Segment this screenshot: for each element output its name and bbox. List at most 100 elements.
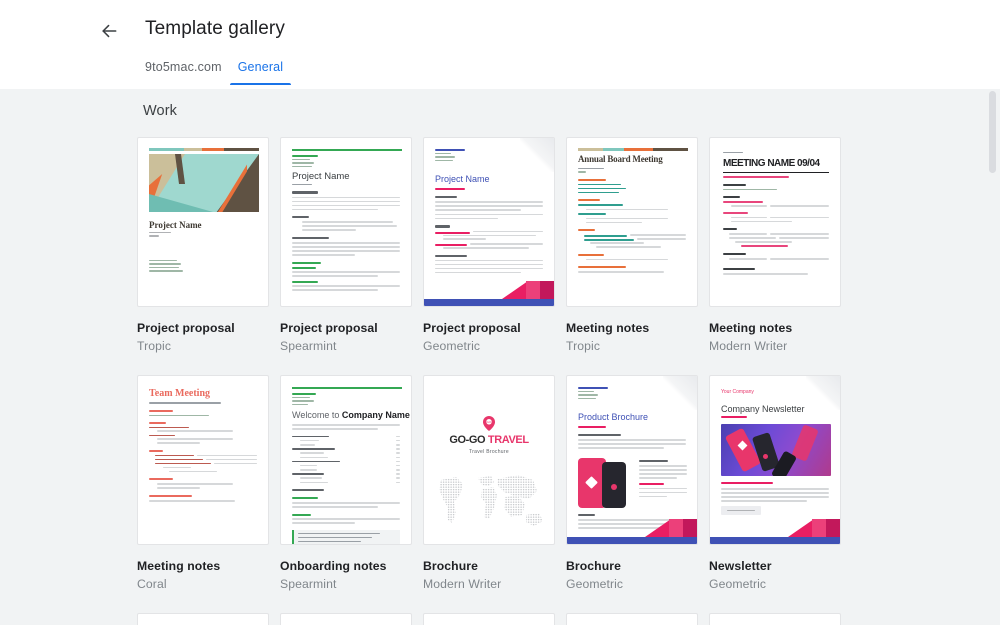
template-subtitle: Modern Writer <box>423 577 502 591</box>
scrollbar-track[interactable] <box>985 89 1000 625</box>
template-thumbnail: GO GO-GO TRAVEL Travel Brochure <box>423 375 555 545</box>
template-thumbnail: Project Name <box>423 137 555 307</box>
thumb-article <box>721 482 829 504</box>
thumb-doc-title: MEETING NAME 09/04 <box>723 158 820 169</box>
gallery-tabs: 9to5mac.com General <box>137 59 291 89</box>
thumb-hero-image <box>721 424 831 476</box>
template-card-onboarding-notes-spearmint[interactable]: Welcome to Company Name Onboarding notes… <box>280 375 412 592</box>
tab-9to5mac[interactable]: 9to5mac.com <box>137 59 230 85</box>
tab-general[interactable]: General <box>229 59 292 85</box>
template-thumbnail: MUTUAL NONDISCLOSURE AGREEMENT INSTRUCTI… <box>423 613 555 625</box>
template-thumbnail: Project Name <box>280 137 412 307</box>
template-thumbnail: Project Name <box>137 137 269 307</box>
thumb-doc-title: Annual Board Meeting <box>578 154 663 164</box>
thumb-doc-title: Product Brochure <box>578 412 649 422</box>
thumb-doc-meta <box>149 232 171 239</box>
thumb-doc-body <box>281 184 411 306</box>
thumb-company-line <box>723 152 743 155</box>
header-top-bar: Template gallery <box>0 0 1000 58</box>
template-card-meeting-notes-tropic[interactable]: Annual Board Meeting Meeting notes Tropi… <box>566 137 698 354</box>
template-title: Meeting notes <box>137 559 221 573</box>
template-title: Project proposal <box>137 321 235 335</box>
template-thumbnail: Product Brochure <box>566 375 698 545</box>
thumb-doc-body <box>710 176 840 306</box>
thumb-doc-title: Project Name <box>149 220 202 230</box>
thumb-title-rule <box>723 172 829 174</box>
template-thumbnail <box>137 613 269 625</box>
template-subtitle: Geometric <box>423 339 481 353</box>
thumb-tagline: Travel Brochure <box>469 449 509 455</box>
thumb-title-plain: Welcome to <box>292 410 342 420</box>
template-subtitle: Tropic <box>137 339 172 353</box>
template-card-brochure-geometric[interactable]: Product Brochure Brochure Geometric <box>566 375 698 592</box>
back-button[interactable] <box>92 14 126 48</box>
section-title-work: Work <box>143 103 177 119</box>
template-card-partial-5[interactable] <box>709 613 841 625</box>
thumb-title-bold: Company Name <box>341 410 410 420</box>
template-title: Meeting notes <box>709 321 793 335</box>
template-subtitle: Geometric <box>709 577 767 591</box>
template-card-brochure-modern-writer[interactable]: GO GO-GO TRAVEL Travel Brochure Brochure… <box>423 375 555 592</box>
thumb-doc-title: Company Newsletter <box>721 404 805 414</box>
template-card-project-proposal-tropic[interactable]: Project Name Project proposal Tropic <box>137 137 269 354</box>
template-thumbnail: Team Meeting <box>137 375 269 545</box>
template-card-meeting-notes-coral[interactable]: Team Meeting Meeting notes Coral <box>137 375 269 592</box>
template-thumbnail: MEETING NAME 09/04 <box>709 137 841 307</box>
template-thumbnail: Your Company Company Newsletter <box>709 375 841 545</box>
thumb-corner-triangles <box>788 519 840 537</box>
template-thumbnail: Your Brand NEWSLETTER <box>280 613 412 625</box>
template-title: Newsletter <box>709 559 772 573</box>
thumb-logo-accent: TRAVEL <box>487 434 529 446</box>
world-map-icon <box>430 471 550 533</box>
thumb-doc-address <box>149 260 183 274</box>
template-row: Project Name Project proposal Tropic Pro… <box>137 137 847 375</box>
thumb-logo: GO-GO TRAVEL <box>424 434 554 446</box>
thumb-corner-triangles <box>502 281 554 299</box>
thumb-company-block <box>567 614 697 625</box>
thumb-hero-image <box>149 154 259 212</box>
gallery-scroll-area[interactable]: Work Project Name Project proposal Tropi… <box>0 89 1000 625</box>
thumb-bottom-bar <box>424 299 554 306</box>
thumb-bottom-bar <box>710 537 840 544</box>
template-card-partial-2[interactable]: Your Brand NEWSLETTER <box>280 613 412 625</box>
template-subtitle: Spearmint <box>280 339 337 353</box>
template-card-meeting-notes-modern-writer[interactable]: MEETING NAME 09/04 Meeting notes Modern … <box>709 137 841 354</box>
template-title: Onboarding notes <box>280 559 387 573</box>
thumb-color-bar <box>149 148 259 151</box>
thumb-folded-corner <box>806 376 840 410</box>
template-title: Brochure <box>566 559 621 573</box>
thumb-color-bar <box>578 148 689 151</box>
thumb-doc-title: Team Meeting <box>149 388 211 399</box>
svg-text:GO: GO <box>487 420 492 424</box>
template-card-project-proposal-spearmint[interactable]: Project Name Project proposal Spearmint <box>280 137 412 354</box>
thumb-logo-dark: GO-GO <box>449 434 488 446</box>
template-subtitle: Modern Writer <box>709 339 788 353</box>
template-subtitle: Spearmint <box>280 577 337 591</box>
template-card-project-proposal-geometric[interactable]: Project Name Project proposal Geometric <box>423 137 555 354</box>
thumb-top-rule <box>292 149 402 151</box>
thumb-doc-body <box>567 168 697 306</box>
thumb-cta-button <box>721 506 761 515</box>
template-row-partial: Your Brand NEWSLETTER MUTUAL NONDISCLOSU… <box>137 613 847 625</box>
thumb-corner-triangles <box>645 519 697 537</box>
thumb-company-block <box>292 393 316 407</box>
thumb-side-text <box>639 460 687 500</box>
thumb-date <box>721 416 747 418</box>
template-card-partial-4[interactable]: Business Process Manual <box>566 613 698 625</box>
location-pin-icon: GO <box>483 416 495 431</box>
thumb-doc-title: Project Name <box>292 171 350 182</box>
template-card-partial-3[interactable]: MUTUAL NONDISCLOSURE AGREEMENT INSTRUCTI… <box>423 613 555 625</box>
thumb-company-block <box>292 155 318 169</box>
template-thumbnail: Annual Board Meeting <box>566 137 698 307</box>
arrow-left-icon <box>99 21 119 41</box>
template-card-newsletter-geometric[interactable]: Your Company Company Newsletter Newslett… <box>709 375 841 592</box>
template-subtitle: Geometric <box>566 577 624 591</box>
template-thumbnail: Business Process Manual <box>566 613 698 625</box>
thumb-bottom-bar <box>567 537 697 544</box>
template-thumbnail: Welcome to Company Name <box>280 375 412 545</box>
app-header: Template gallery 9to5mac.com General <box>0 0 1000 89</box>
scrollbar-thumb[interactable] <box>989 91 996 173</box>
template-subtitle: Tropic <box>566 339 601 353</box>
template-card-partial-1[interactable] <box>137 613 269 625</box>
template-title: Project proposal <box>280 321 378 335</box>
